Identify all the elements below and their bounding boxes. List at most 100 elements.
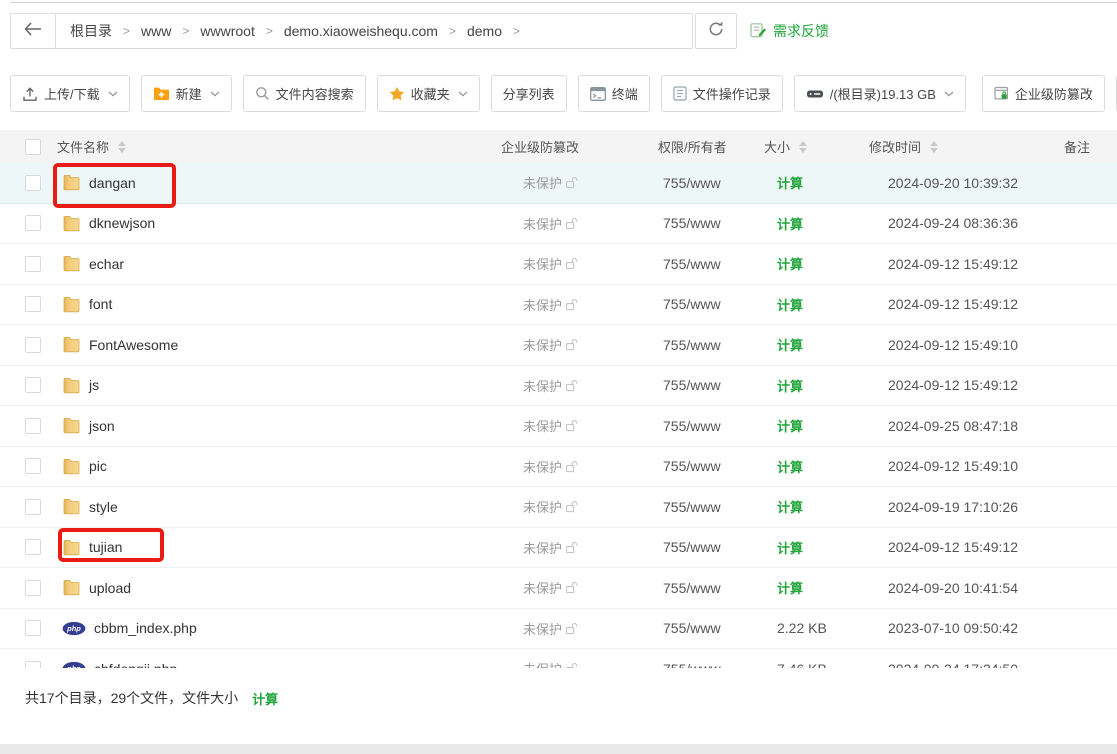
column-header-mtime[interactable]: 修改时间 (869, 137, 921, 156)
table-row[interactable]: FontAwesome未保护755/www计算2024-09-12 15:49:… (0, 325, 1117, 366)
table-row[interactable]: tujian未保护755/www计算2024-09-12 15:49:12 (0, 528, 1117, 569)
calculate-size-link[interactable]: 计算 (777, 419, 803, 434)
select-all-checkbox[interactable] (25, 139, 41, 155)
calculate-size-link[interactable]: 计算 (777, 581, 803, 596)
refresh-button[interactable] (695, 13, 737, 49)
folder-icon (62, 376, 81, 395)
back-button[interactable] (11, 14, 56, 48)
toolbar-share-list-button[interactable]: 分享列表 (491, 75, 567, 112)
file-name[interactable]: tujian (89, 539, 122, 555)
table-row[interactable]: upload未保护755/www计算2024-09-20 10:41:54 (0, 568, 1117, 609)
toolbar-favorites-button[interactable]: 收藏夹 (377, 75, 480, 112)
file-name[interactable]: dangan (89, 175, 136, 191)
tamper-status: 未保护 (523, 173, 562, 192)
table-row[interactable]: echar未保护755/www计算2024-09-12 15:49:12 (0, 244, 1117, 285)
sort-icon[interactable] (930, 141, 938, 153)
footer-calculate-link[interactable]: 计算 (252, 689, 278, 708)
row-checkbox[interactable] (25, 418, 41, 434)
toolbar-tamper-proof-button[interactable]: 企业级防篡改 (982, 75, 1105, 112)
breadcrumb-item[interactable]: wwwroot (200, 23, 254, 39)
file-name[interactable]: pic (89, 458, 107, 474)
sort-icon[interactable] (118, 141, 126, 153)
table-row[interactable]: phpchfdengji.php未保护755/www7.46 KB2024-09… (0, 649, 1117, 668)
calculate-size-link[interactable]: 计算 (777, 541, 803, 556)
folder-icon (62, 254, 81, 273)
toolbar-terminal-label: 终端 (612, 84, 638, 103)
table-row[interactable]: json未保护755/www计算2024-09-25 08:47:18 (0, 406, 1117, 447)
row-checkbox[interactable] (25, 539, 41, 555)
modified-time: 2023-07-10 09:50:42 (867, 620, 1052, 636)
toolbar-file-op-log-button[interactable]: 文件操作记录 (661, 75, 783, 112)
log-icon (673, 86, 687, 101)
breadcrumb-item[interactable]: 根目录 (70, 21, 112, 41)
row-checkbox[interactable] (25, 620, 41, 636)
bottom-strip (0, 744, 1117, 754)
table-row[interactable]: phpcbbm_index.php未保护755/www2.22 KB2023-0… (0, 609, 1117, 650)
table-row[interactable]: dknewjson未保护755/www计算2024-09-24 08:36:36 (0, 204, 1117, 245)
row-checkbox[interactable] (25, 458, 41, 474)
table-row[interactable]: dangan未保护755/www计算2024-09-20 10:39:32 (0, 163, 1117, 204)
table-row[interactable]: font未保护755/www计算2024-09-12 15:49:12 (0, 285, 1117, 326)
row-checkbox[interactable] (25, 296, 41, 312)
calculate-size-link[interactable]: 计算 (777, 217, 803, 232)
column-header-name[interactable]: 文件名称 (57, 137, 109, 156)
feedback-link[interactable]: 需求反馈 (750, 13, 829, 49)
chevron-down-icon (210, 91, 220, 97)
column-header-size[interactable]: 大小 (764, 137, 790, 156)
calculate-size-link[interactable]: 计算 (777, 257, 803, 272)
modified-time: 2024-09-24 17:24:50 (867, 661, 1052, 668)
row-checkbox[interactable] (25, 256, 41, 272)
search-icon (255, 86, 270, 101)
file-name[interactable]: style (89, 499, 118, 515)
calculate-size-link[interactable]: 计算 (777, 338, 803, 353)
breadcrumb-item[interactable]: demo.xiaoweishequ.com (284, 23, 438, 39)
breadcrumb-item[interactable]: demo (467, 23, 502, 39)
row-checkbox[interactable] (25, 215, 41, 231)
toolbar-upload-download-button[interactable]: 上传/下载 (10, 75, 130, 112)
calculate-size-link[interactable]: 计算 (777, 500, 803, 515)
file-name[interactable]: FontAwesome (89, 337, 178, 353)
calculate-size-link[interactable]: 计算 (777, 176, 803, 191)
row-checkbox[interactable] (25, 377, 41, 393)
tamper-status: 未保护 (523, 295, 562, 314)
tamper-status: 未保护 (523, 538, 562, 557)
row-checkbox[interactable] (25, 499, 41, 515)
file-name[interactable]: font (89, 296, 112, 312)
breadcrumb-bar: 根目录>www>wwwroot>demo.xiaoweishequ.com>de… (10, 13, 693, 49)
file-name[interactable]: js (89, 377, 99, 393)
file-name[interactable]: chfdengji.php (94, 661, 177, 668)
sort-icon[interactable] (799, 141, 807, 153)
unlock-icon (565, 581, 579, 594)
toolbar-content-search-button[interactable]: 文件内容搜索 (243, 75, 366, 112)
toolbar-terminal-button[interactable]: 终端 (578, 75, 650, 112)
folder-icon (62, 497, 81, 516)
toolbar-disk-button[interactable]: /(根目录)19.13 GB (794, 75, 966, 112)
file-name[interactable]: echar (89, 256, 124, 272)
chevron-down-icon (108, 91, 118, 97)
calculate-size-link[interactable]: 计算 (777, 460, 803, 475)
toolbar-new-button[interactable]: 新建 (141, 75, 232, 112)
file-name[interactable]: upload (89, 580, 131, 596)
table-row[interactable]: style未保护755/www计算2024-09-19 17:10:26 (0, 487, 1117, 528)
row-checkbox[interactable] (25, 175, 41, 191)
breadcrumb-item[interactable]: www (141, 23, 171, 39)
row-checkbox[interactable] (25, 337, 41, 353)
tamper-status: 未保护 (523, 619, 562, 638)
calculate-size-link[interactable]: 计算 (777, 298, 803, 313)
unlock-icon (565, 500, 579, 513)
calculate-size-link[interactable]: 计算 (777, 379, 803, 394)
breadcrumb-separator-icon: > (513, 24, 520, 38)
file-name[interactable]: dknewjson (89, 215, 155, 231)
table-row[interactable]: pic未保护755/www计算2024-09-12 15:49:10 (0, 447, 1117, 488)
modified-time: 2024-09-12 15:49:10 (867, 337, 1052, 353)
table-row[interactable]: js未保护755/www计算2024-09-12 15:49:12 (0, 366, 1117, 407)
modified-time: 2024-09-12 15:49:12 (867, 296, 1052, 312)
row-checkbox[interactable] (25, 661, 41, 668)
unlock-icon (565, 662, 579, 668)
file-name[interactable]: json (89, 418, 115, 434)
row-checkbox[interactable] (25, 580, 41, 596)
file-name[interactable]: cbbm_index.php (94, 620, 197, 636)
permissions-owner: 755/www (652, 337, 762, 353)
column-header-tamper[interactable]: 企业级防篡改 (501, 137, 579, 156)
modified-time: 2024-09-12 15:49:10 (867, 458, 1052, 474)
